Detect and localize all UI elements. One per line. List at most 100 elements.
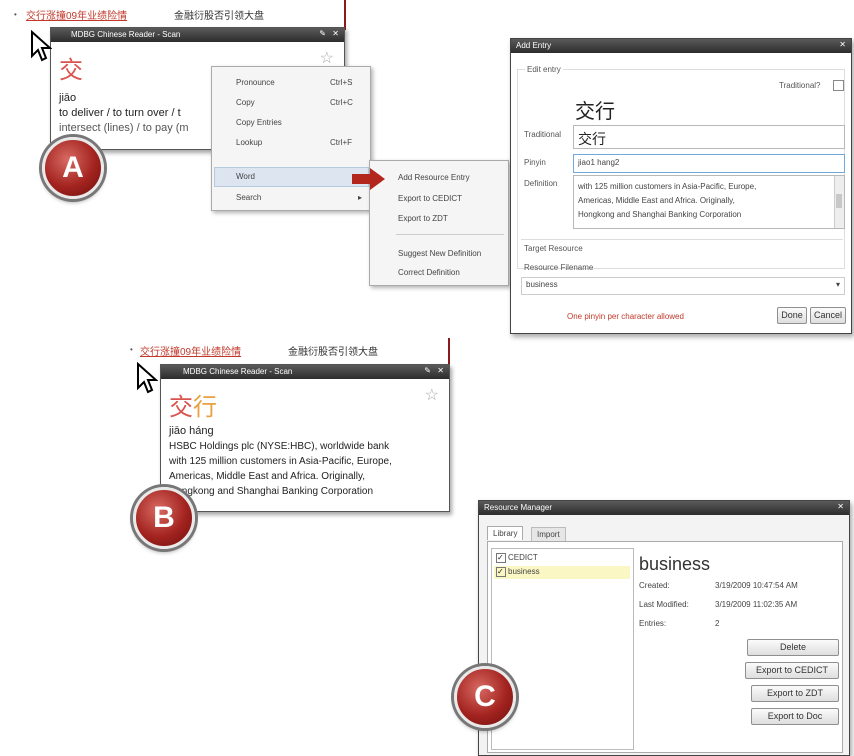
traditional-value: 交行 <box>578 131 606 147</box>
close-icon[interactable]: ✕ <box>837 502 844 511</box>
definition-scrollbar[interactable] <box>834 176 844 228</box>
traditional-label: Traditional <box>524 130 562 139</box>
submenu-divider <box>396 234 504 235</box>
menu-lookup[interactable]: Lookup <box>236 138 262 147</box>
close-icon[interactable]: ✕ <box>839 40 846 49</box>
submenu-export-zdt[interactable]: Export to ZDT <box>398 214 448 223</box>
tab-import[interactable]: Import <box>531 527 566 541</box>
definition-line-2: Americas, Middle East and Africa. Origin… <box>578 196 735 205</box>
popup-b-def-2: with 125 million customers in Asia-Pacif… <box>169 456 392 467</box>
submenu-suggest-definition[interactable]: Suggest New Definition <box>398 249 481 258</box>
entries-value: 2 <box>715 619 720 628</box>
list-item[interactable]: ✓ business <box>494 566 630 579</box>
browser-strip-mid: • 交行涨撞09年业绩险情 金融衍股否引领大盘 <box>128 338 450 364</box>
news-link[interactable]: 交行涨撞09年业绩险情 <box>140 343 241 358</box>
popup-b-def-4: Hongkong and Shanghai Banking Corporatio… <box>169 486 374 497</box>
export-cedict-button[interactable]: Export to CEDICT <box>745 662 839 679</box>
add-entry-dialog: Add Entry ✕ Edit entry Traditional? 交行 T… <box>510 38 852 334</box>
scrollbar-thumb[interactable] <box>836 194 842 208</box>
export-doc-button[interactable]: Export to Doc <box>751 708 839 725</box>
add-entry-title: Add Entry <box>516 41 552 50</box>
menu-pronounce-shortcut: Ctrl+S <box>330 78 353 87</box>
news-link[interactable]: 交行涨撞09年业绩险情 <box>26 7 127 22</box>
submenu-add-resource-entry[interactable]: Add Resource Entry <box>398 173 470 182</box>
pinyin-field[interactable]: jiao1 hang2 <box>573 154 845 173</box>
popup-a-titlebar[interactable]: MDBG Chinese Reader - Scan ✎ ✕ <box>51 28 344 42</box>
popup-a-pinyin: jiāo <box>59 92 77 104</box>
definition-line-3: Hongkong and Shanghai Banking Corporatio… <box>578 210 742 219</box>
news-text: 金融衍股否引领大盘 <box>288 347 378 358</box>
definition-line-1: with 125 million customers in Asia-Pacif… <box>578 182 757 191</box>
traditional-checkbox[interactable] <box>833 80 844 91</box>
popup-b-hanzi: 交行 <box>169 394 217 421</box>
star-icon[interactable]: ☆ <box>320 48 334 68</box>
definition-field[interactable]: with 125 million customers in Asia-Pacif… <box>573 175 845 229</box>
modified-value: 3/19/2009 11:02:35 AM <box>715 600 798 609</box>
definition-label: Definition <box>524 179 558 188</box>
popup-a-def-1: to deliver / to turn over / t <box>59 107 181 119</box>
close-icon[interactable]: ✕ <box>332 29 339 38</box>
selected-library-name: business <box>639 554 711 574</box>
menu-search[interactable]: Search <box>236 193 261 202</box>
library-name: CEDICT <box>508 553 538 562</box>
entries-label: Entries: <box>639 619 667 628</box>
cancel-button[interactable]: Cancel <box>810 307 846 324</box>
menu-pronounce[interactable]: Pronounce <box>236 78 275 87</box>
menu-word[interactable]: Word <box>236 172 255 181</box>
chevron-right-icon: ▸ <box>358 193 363 202</box>
menu-copy-entries[interactable]: Copy Entries <box>236 118 282 127</box>
news-text: 金融衍股否引领大盘 <box>174 11 264 22</box>
target-divider <box>521 239 843 240</box>
pin-icon[interactable]: ✎ <box>424 366 431 375</box>
menu-lookup-shortcut: Ctrl+F <box>330 138 352 147</box>
popup-b-pinyin: jiāo háng <box>169 425 214 437</box>
add-entry-titlebar[interactable]: Add Entry ✕ <box>511 39 851 53</box>
pinyin-warning: One pinyin per character allowed <box>567 312 684 321</box>
modified-label: Last Modified: <box>639 600 689 609</box>
mouse-cursor-icon <box>31 30 52 62</box>
resource-filename-value: business <box>526 280 558 289</box>
bullet: • <box>130 345 133 354</box>
traditional-check-label: Traditional? <box>779 81 821 90</box>
badge-b: B <box>133 487 195 549</box>
popup-b-def-3: Americas, Middle East and Africa. Origin… <box>169 471 366 482</box>
popup-b-titlebar[interactable]: MDBG Chinese Reader - Scan ✎ ✕ <box>161 365 449 379</box>
resource-filename-select[interactable]: business ▾ <box>521 277 845 295</box>
pin-icon[interactable]: ✎ <box>319 29 326 38</box>
popup-b-title: MDBG Chinese Reader - Scan <box>183 367 293 376</box>
menu-copy[interactable]: Copy <box>236 98 255 107</box>
done-button[interactable]: Done <box>777 307 807 324</box>
created-value: 3/19/2009 10:47:54 AM <box>715 581 798 590</box>
submenu-correct-definition[interactable]: Correct Definition <box>398 268 460 277</box>
arrow-right-icon <box>352 168 385 190</box>
popup-a-title: MDBG Chinese Reader - Scan <box>71 30 181 39</box>
browser-strip-top: • 交行涨撞09年业绩险情 金融衍股否引领大盘 <box>4 0 346 30</box>
mouse-cursor-icon <box>137 362 158 394</box>
target-resource-label: Target Resource <box>524 244 583 253</box>
headword: 交行 <box>575 101 615 123</box>
delete-button[interactable]: Delete <box>747 639 839 656</box>
badge-a: A <box>42 137 104 199</box>
traditional-field[interactable]: 交行 <box>573 125 845 149</box>
bullet: • <box>14 10 17 19</box>
checkbox-checked-icon[interactable]: ✓ <box>496 553 506 563</box>
library-name: business <box>508 567 540 576</box>
tab-library[interactable]: Library <box>487 526 524 540</box>
edit-entry-label: Edit entry <box>525 65 563 74</box>
checkbox-checked-icon[interactable]: ✓ <box>496 567 506 577</box>
library-list[interactable]: ✓ CEDICT ✓ business <box>491 548 634 750</box>
close-icon[interactable]: ✕ <box>437 366 444 375</box>
star-icon[interactable]: ☆ <box>425 385 439 405</box>
context-menu: Pronounce Ctrl+S Copy Ctrl+C Copy Entrie… <box>211 66 371 211</box>
popup-b-def-1: HSBC Holdings plc (NYSE:HBC), worldwide … <box>169 441 390 452</box>
popup-a-def-2: intersect (lines) / to pay (m <box>59 122 189 134</box>
list-item[interactable]: ✓ CEDICT <box>494 552 630 565</box>
resource-filename-label: Resource Filename <box>524 263 594 272</box>
resource-manager-titlebar[interactable]: Resource Manager ✕ <box>479 501 849 515</box>
submenu-export-cedict[interactable]: Export to CEDICT <box>398 194 462 203</box>
submenu: Add Resource Entry Export to CEDICT Expo… <box>369 160 509 286</box>
export-zdt-button[interactable]: Export to ZDT <box>751 685 839 702</box>
badge-c: C <box>454 666 516 728</box>
menu-copy-shortcut: Ctrl+C <box>330 98 353 107</box>
created-label: Created: <box>639 581 670 590</box>
